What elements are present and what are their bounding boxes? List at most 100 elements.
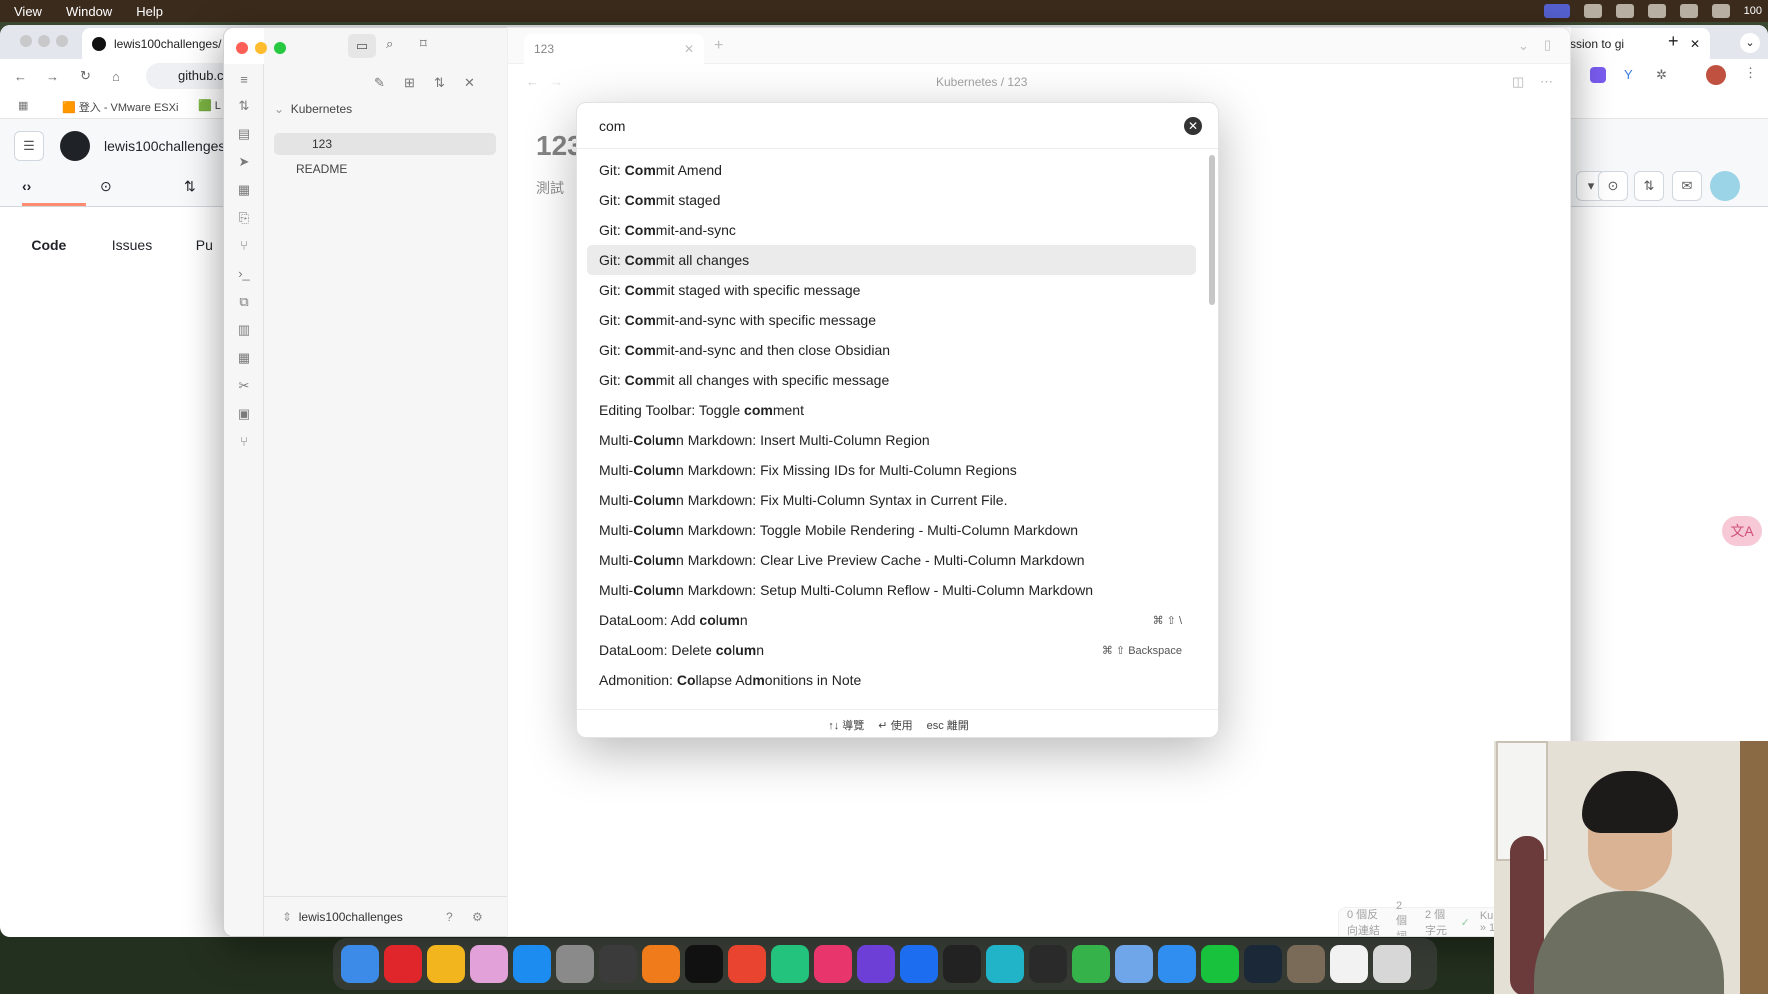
chrome-icon[interactable]: [427, 945, 465, 983]
sort-icon[interactable]: ⇅: [434, 75, 445, 91]
scrollbar[interactable]: [1208, 151, 1216, 711]
command-item[interactable]: Git: Commit-and-sync and then close Obsi…: [587, 335, 1196, 365]
line-icon[interactable]: [1201, 945, 1239, 983]
command-item[interactable]: Git: Commit Amend: [587, 155, 1196, 185]
table-icon[interactable]: ▥: [236, 322, 252, 338]
help-icon[interactable]: ?: [446, 897, 453, 936]
inbox-icon[interactable]: ✉: [1672, 171, 1702, 201]
sublime-icon[interactable]: [642, 945, 680, 983]
obsidian-icon[interactable]: [857, 945, 895, 983]
new-folder-icon[interactable]: ⊞: [404, 75, 415, 91]
bookmark-l[interactable]: 🟩 L: [198, 99, 221, 112]
menu-view[interactable]: View: [0, 4, 52, 19]
pull-request-icon[interactable]: ⇅: [1634, 171, 1664, 201]
trash-icon[interactable]: [1373, 945, 1411, 983]
steam-icon[interactable]: [1244, 945, 1282, 983]
reload-icon[interactable]: ↻: [80, 68, 91, 84]
textedit-icon[interactable]: [1330, 945, 1368, 983]
file-item-123[interactable]: 123: [274, 133, 496, 155]
search-icon[interactable]: ⌕: [386, 36, 393, 52]
command-item[interactable]: DataLoom: Delete column ⌘ ⇧ Backspace: [587, 635, 1196, 665]
command-item[interactable]: Multi-Column Markdown: Fix Multi-Column …: [587, 485, 1196, 515]
ribbon-icon[interactable]: ≡: [236, 72, 252, 88]
git-icon[interactable]: ⑂: [236, 434, 252, 450]
close-icon[interactable]: ✕: [1690, 37, 1700, 51]
command-item[interactable]: Multi-Column Markdown: Fix Missing IDs f…: [587, 455, 1196, 485]
close-dot[interactable]: [236, 42, 248, 54]
folder-kubernetes[interactable]: ⌄ Kubernetes: [274, 98, 494, 120]
zoom-dot[interactable]: [56, 35, 68, 47]
command-item[interactable]: Git: Commit-and-sync with specific messa…: [587, 305, 1196, 335]
numbers-icon[interactable]: [1072, 945, 1110, 983]
screen-share-icon[interactable]: [1543, 4, 1570, 18]
chevron-down-icon[interactable]: ⌄: [1740, 33, 1760, 53]
vault-switcher[interactable]: ⇕ lewis100challenges ? ⚙: [264, 896, 508, 936]
cat-icon[interactable]: [1679, 4, 1698, 18]
minimize-dot[interactable]: [255, 42, 267, 54]
gimp-icon[interactable]: [1287, 945, 1325, 983]
clear-search-icon[interactable]: ✕: [1184, 117, 1202, 135]
command-item[interactable]: Git: Commit all changes: [587, 245, 1196, 275]
scrollbar-thumb[interactable]: [1209, 155, 1215, 305]
command-item[interactable]: Multi-Column Markdown: Clear Live Previe…: [587, 545, 1196, 575]
calendar-icon[interactable]: [1615, 4, 1634, 18]
canva-icon[interactable]: [986, 945, 1024, 983]
extension-icon[interactable]: Y: [1624, 67, 1633, 82]
capcut-icon[interactable]: [943, 945, 981, 983]
user-avatar[interactable]: [1710, 171, 1740, 201]
minimize-dot[interactable]: [38, 35, 50, 47]
command-item[interactable]: Git: Commit-and-sync: [587, 215, 1196, 245]
github-logo-icon[interactable]: [60, 131, 90, 161]
command-search-input[interactable]: com: [577, 103, 1218, 149]
translate-icon[interactable]: 文A: [1722, 516, 1762, 546]
ribbon-icon[interactable]: ⇅: [236, 98, 252, 114]
ribbon-icon[interactable]: ▤: [236, 126, 252, 142]
terminal-icon[interactable]: [685, 945, 723, 983]
grid-icon[interactable]: ▦: [236, 182, 252, 198]
terminal-icon[interactable]: ›_: [236, 266, 252, 282]
board-icon[interactable]: ▣: [236, 406, 252, 422]
youtube-music-icon[interactable]: [384, 945, 422, 983]
menu-help[interactable]: Help: [122, 4, 173, 19]
command-item[interactable]: Multi-Column Markdown: Insert Multi-Colu…: [587, 425, 1196, 455]
chrome-tab-github[interactable]: lewis100challenges/: [82, 28, 242, 59]
ribbon-icon[interactable]: ⎘: [236, 210, 252, 226]
command-item[interactable]: Multi-Column Markdown: Setup Multi-Colum…: [587, 575, 1196, 605]
obs-icon[interactable]: [599, 945, 637, 983]
apps-icon[interactable]: ▦: [18, 99, 28, 112]
messenger-icon[interactable]: [1158, 945, 1196, 983]
command-item[interactable]: Multi-Column Markdown: Toggle Mobile Ren…: [587, 515, 1196, 545]
gear-icon[interactable]: ⚙: [472, 897, 483, 936]
app-store-icon[interactable]: [513, 945, 551, 983]
command-item[interactable]: Git: Commit staged with specific message: [587, 275, 1196, 305]
collapse-icon[interactable]: ✕: [464, 75, 475, 91]
new-note-icon[interactable]: ✎: [374, 75, 385, 91]
wifi-icon[interactable]: [1711, 4, 1730, 18]
command-item[interactable]: Git: Commit staged: [587, 185, 1196, 215]
close-dot[interactable]: [20, 35, 32, 47]
chrome-tab-right[interactable]: ssion to gi ✕: [1560, 28, 1710, 59]
photos-icon[interactable]: [470, 945, 508, 983]
glasses-icon[interactable]: [1647, 4, 1666, 18]
new-tab-icon[interactable]: +: [1668, 31, 1679, 52]
voice-icon[interactable]: [1115, 945, 1153, 983]
home-icon[interactable]: ⌂: [112, 69, 120, 84]
send-icon[interactable]: ➤: [236, 154, 252, 170]
tools-icon[interactable]: ✂: [236, 378, 252, 394]
puzzle-icon[interactable]: ✲: [1656, 67, 1667, 83]
issues-icon[interactable]: ⊙: [1598, 171, 1628, 201]
graph-icon[interactable]: ⑂: [236, 238, 252, 254]
anydesk-icon[interactable]: [728, 945, 766, 983]
copy-icon[interactable]: ⧉: [236, 294, 252, 310]
finder-icon[interactable]: [341, 945, 379, 983]
table-icon[interactable]: ▦: [236, 350, 252, 366]
extension-icon[interactable]: [1590, 67, 1606, 83]
tab-code[interactable]: ‹› Code: [22, 178, 66, 253]
bookmark-icon[interactable]: ⌑: [420, 36, 427, 52]
folder-icon[interactable]: ▭: [348, 34, 376, 58]
more-icon[interactable]: ⋮: [1744, 65, 1757, 81]
menu-window[interactable]: Window: [52, 4, 122, 19]
zoom-icon[interactable]: [900, 945, 938, 983]
avatar[interactable]: [1706, 65, 1726, 85]
hamburger-icon[interactable]: ☰: [14, 131, 44, 161]
